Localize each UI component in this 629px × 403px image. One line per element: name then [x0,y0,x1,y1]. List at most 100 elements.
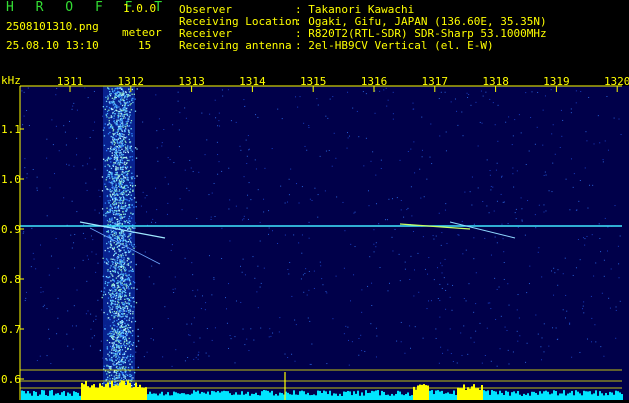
y-tick-label: 0.8 [1,273,21,286]
noise-dot [441,265,443,267]
echo-dot [120,370,122,373]
noise-dot [606,95,608,97]
echo-dot [109,307,111,309]
echo-dot [128,337,130,339]
echo-dot [104,183,106,185]
noise-dot [39,355,41,357]
echo-dot [107,87,109,90]
echo-dot [120,142,122,144]
echo-dot [121,146,123,148]
echo-dot [127,148,129,151]
echo-dot [127,342,129,344]
noise-dot [190,167,192,169]
echo-dot [101,176,104,178]
noise-dot [167,318,169,320]
level-bar [375,390,377,400]
echo-dot [118,106,120,108]
noise-dot [554,153,556,155]
noise-dot [413,269,415,271]
level-bar [199,393,201,400]
echo-dot [127,257,129,259]
noise-dot [516,330,518,332]
echo-dot [135,157,138,159]
echo-dot [112,290,114,292]
noise-dot [230,120,232,122]
noise-dot [82,259,84,261]
echo-dot [111,378,114,380]
noise-dot [213,182,215,184]
noise-dot [375,174,377,176]
level-bar [129,382,131,400]
noise-dot [288,273,290,275]
echo-dot [107,230,109,233]
echo-dot [120,298,122,300]
level-bar [213,391,215,400]
echo-dot [101,208,104,210]
level-bar [509,395,511,400]
echo-dot [123,138,125,140]
echo-dot [128,298,130,301]
echo-dot [108,305,110,308]
echo-dot [116,284,119,287]
level-bar [467,387,469,400]
echo-dot [111,184,113,186]
noise-dot [514,119,516,121]
echo-dot [128,125,131,127]
echo-dot [124,346,126,349]
level-bar [515,393,517,400]
level-bar [59,394,61,400]
noise-dot [192,274,194,276]
noise-dot [378,223,380,225]
echo-dot [116,146,119,148]
echo-dot [116,202,118,204]
noise-dot [161,145,163,147]
noise-dot [602,159,604,161]
noise-dot [98,189,100,191]
noise-dot [591,234,593,236]
echo-dot [125,333,127,335]
echo-dot [122,216,124,218]
level-bar [549,394,551,400]
echo-dot [112,178,114,180]
echo-dot [111,330,113,333]
level-bar [311,395,313,400]
noise-dot [156,147,158,149]
level-bar [135,382,137,400]
echo-dot [122,303,125,306]
echo-dot [118,268,121,271]
level-bar [461,388,463,400]
echo-dot [121,223,123,225]
echo-dot [125,207,127,210]
noise-dot [225,297,227,299]
noise-dot [566,310,568,312]
echo-dot [114,209,116,212]
noise-dot [221,170,223,172]
noise-dot [56,87,58,89]
echo-dot [130,332,132,334]
noise-dot [325,115,327,117]
echo-dot [119,277,122,279]
echo-dot [112,138,114,140]
noise-dot [295,324,297,326]
echo-dot [131,88,134,91]
level-bar [91,385,93,400]
noise-dot [554,272,556,274]
level-bar [605,392,607,400]
echo-dot [107,164,109,166]
echo-dot [133,306,135,308]
echo-dot [124,336,127,338]
level-bar [61,392,63,400]
level-bar [603,395,605,400]
echo-dot [106,348,109,350]
echo-dot [123,185,126,188]
echo-dot [126,356,128,359]
noise-dot [556,339,558,341]
echo-dot [120,368,122,370]
noise-dot [354,211,356,213]
noise-dot [218,120,220,122]
echo-dot [108,221,110,223]
echo-dot [123,326,125,328]
echo-dot [123,100,126,102]
echo-dot [111,342,113,344]
echo-dot [109,195,112,197]
